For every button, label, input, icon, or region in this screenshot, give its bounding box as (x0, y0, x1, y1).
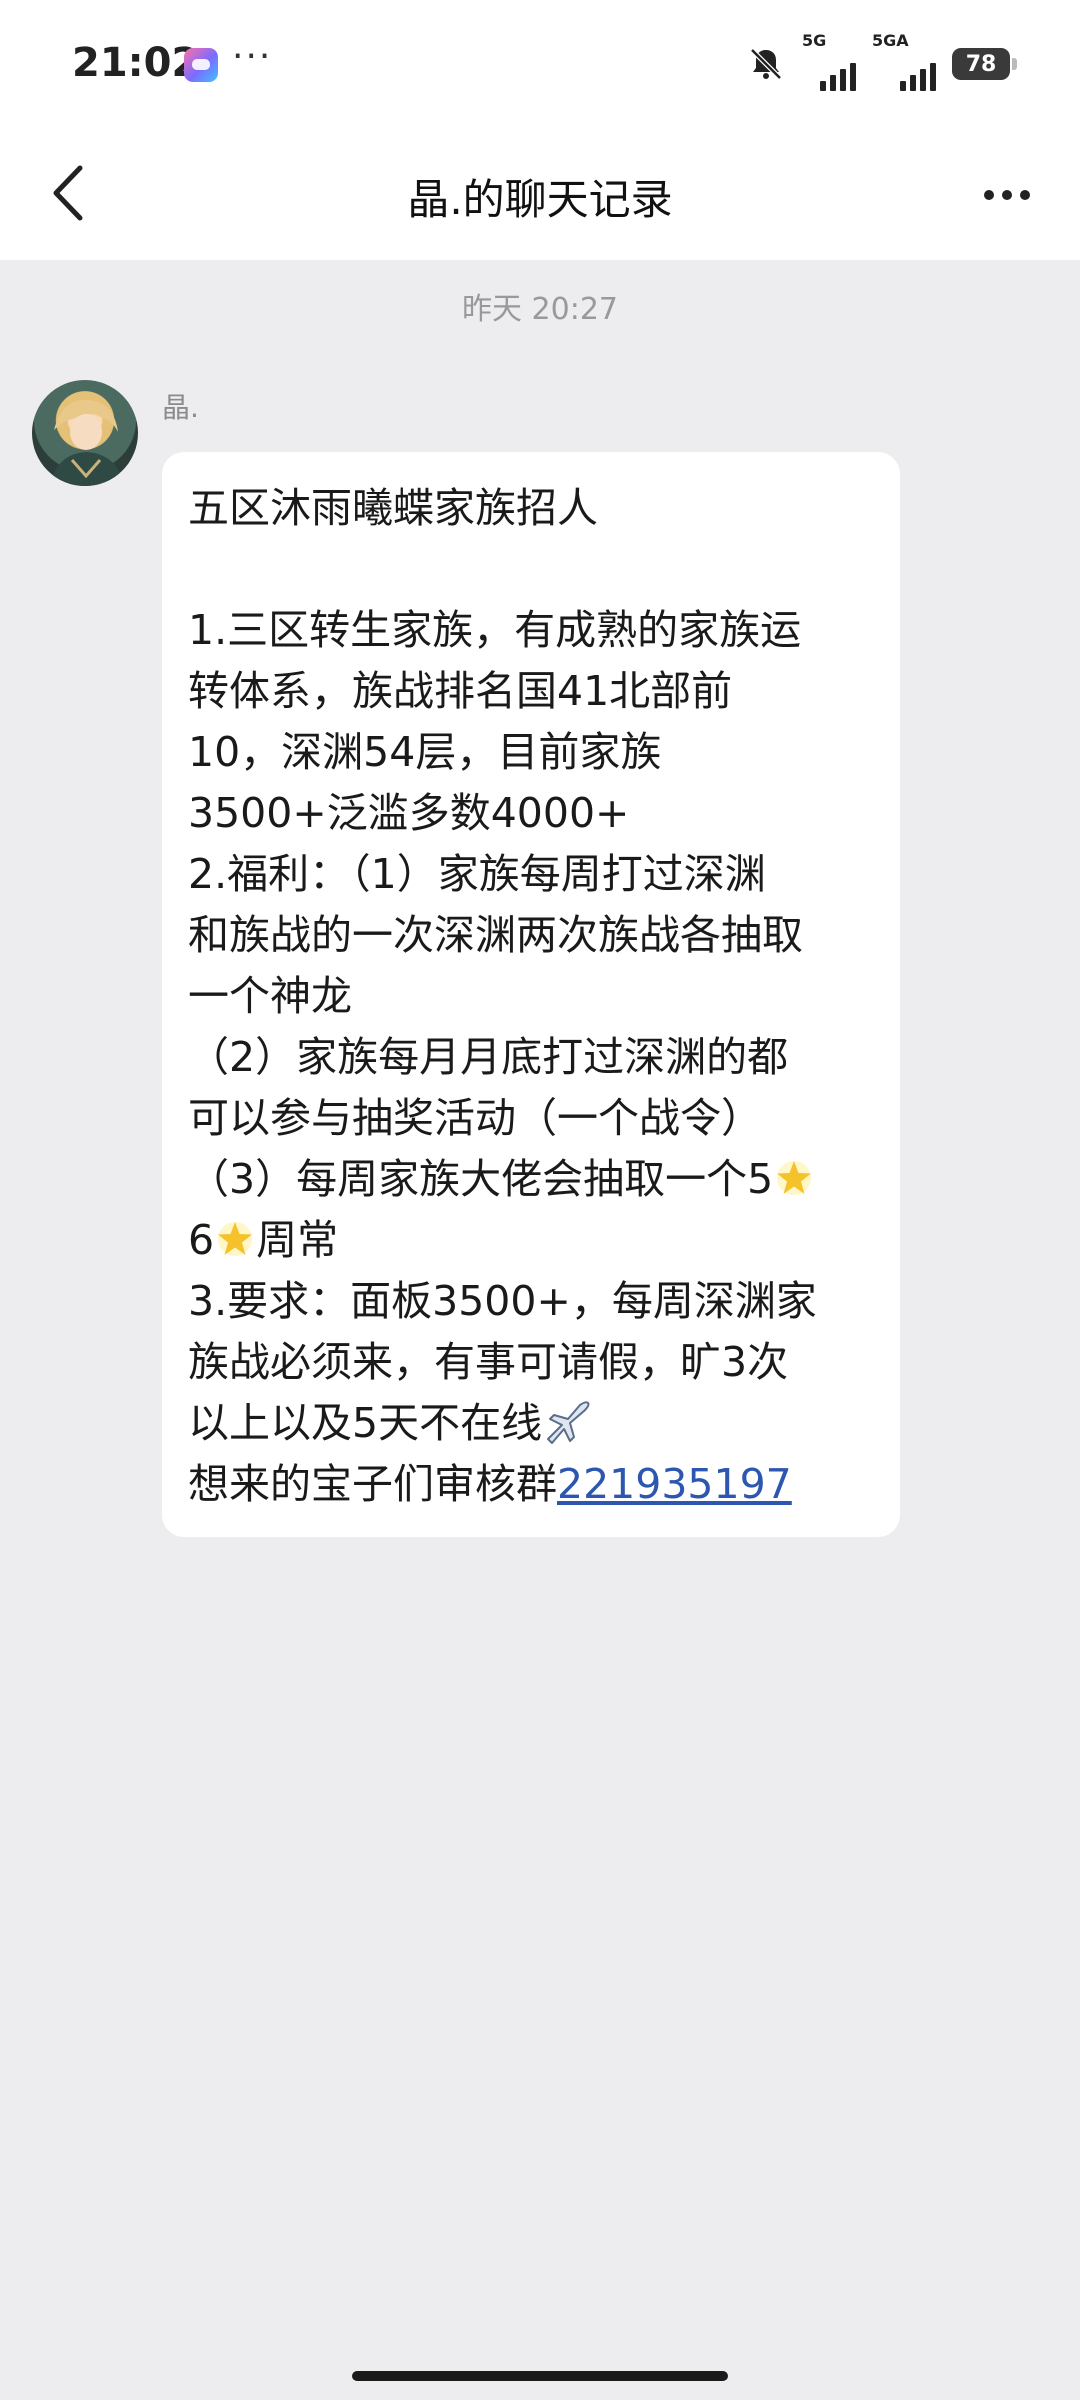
message-line: （3）每周家族大佬会抽取一个5 (188, 1149, 874, 1210)
message-line: 以上以及5天不在线 (188, 1393, 874, 1454)
message-line: 想来的宝子们审核群221935197 (188, 1454, 874, 1515)
sender-name: 晶. (162, 391, 199, 424)
more-options-button[interactable] (972, 160, 1042, 230)
page-title: 晶.的聊天记录 (407, 175, 673, 224)
message-timestamp: 昨天 20:27 (462, 292, 618, 327)
message-line: 6 周常 (188, 1210, 874, 1271)
message-line: 一个神龙 (188, 972, 352, 1020)
battery-icon: 78 (952, 48, 1017, 80)
mute-bell-icon (746, 44, 786, 84)
chat-area[interactable]: 昨天 20:27 晶. 五区沐雨曦蝶家族招人 1.三区转生家族，有成熟的家族运 … (0, 260, 1080, 2400)
message-text: 6 (188, 1216, 215, 1264)
message-line: 1.三区转生家族，有成熟的家族运 (188, 606, 802, 654)
sender-avatar[interactable] (32, 380, 138, 486)
status-bar: 21:02 ··· 5G 5GA 78 (0, 0, 1080, 130)
glowing-star-icon (777, 1161, 812, 1195)
status-indicators: 5G 5GA 78 (746, 31, 1017, 91)
chat-history-header: 晶.的聊天记录 (0, 130, 1080, 260)
airplane-icon (547, 1401, 590, 1444)
message-line: 3.要求：面板3500+，每周深渊家 (188, 1277, 817, 1325)
glowing-star-icon (218, 1222, 253, 1256)
message-line: 族战必须来，有事可请假，旷3次 (188, 1338, 789, 1386)
status-overflow-icon: ··· (232, 36, 273, 77)
message-line: 3500+泛滥多数4000+ (188, 789, 630, 837)
message-text: 想来的宝子们审核群 (188, 1460, 557, 1508)
message-text: 以上以及5天不在线 (188, 1399, 543, 1447)
message-line: 和族战的一次深渊两次族战各抽取 (188, 911, 803, 959)
status-time: 21:02 (72, 40, 200, 86)
signal-5ga-icon: 5GA (872, 31, 936, 91)
message-text: （3）每周家族大佬会抽取一个5 (188, 1155, 774, 1203)
message-line: 可以参与抽奖活动（一个战令） (188, 1094, 762, 1142)
group-number-link[interactable]: 221935197 (557, 1460, 792, 1508)
game-center-icon (184, 48, 218, 82)
message-text: 周常 (256, 1216, 339, 1264)
message-line: 10，深渊54层，目前家族 (188, 728, 662, 776)
more-dots-icon (984, 190, 994, 200)
message-line: 五区沐雨曦蝶家族招人 (188, 484, 598, 532)
message-bubble[interactable]: 五区沐雨曦蝶家族招人 1.三区转生家族，有成熟的家族运 转体系，族战排名国41北… (162, 452, 900, 1537)
message-line: （2）家族每月月底打过深渊的都 (188, 1033, 789, 1081)
signal-5g-icon: 5G (802, 31, 856, 91)
home-indicator[interactable] (352, 2371, 728, 2381)
message-line: 转体系，族战排名国41北部前 (188, 667, 733, 715)
message-line: 2.福利：（1）家族每周打过深渊 (188, 850, 766, 898)
